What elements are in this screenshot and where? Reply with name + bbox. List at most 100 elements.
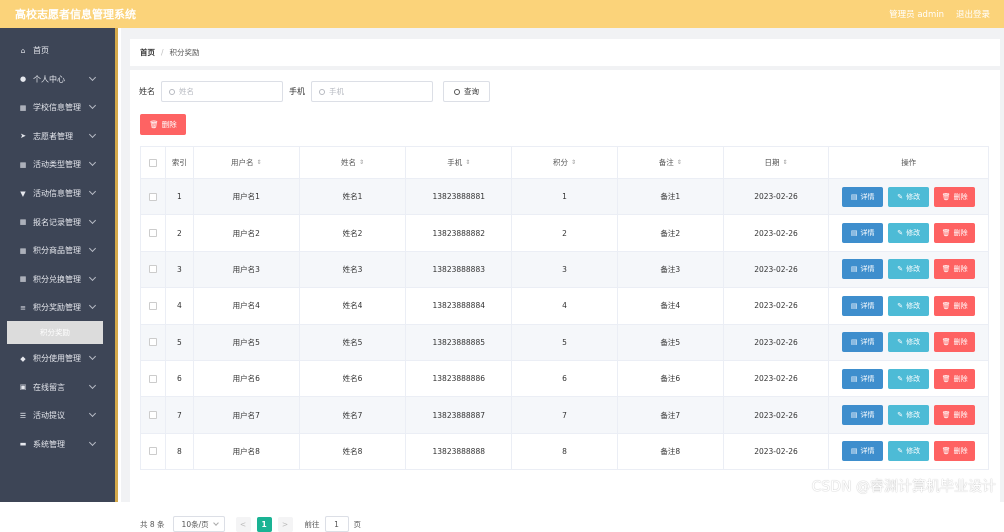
delete-button[interactable]: 🗑 删除 bbox=[934, 368, 976, 389]
edit-button[interactable]: ✎ 修改 bbox=[888, 295, 930, 316]
phone-search-input[interactable]: 手机 bbox=[311, 81, 433, 102]
edit-button[interactable]: ✎ 修改 bbox=[888, 259, 930, 280]
detail-button[interactable]: ▤ 详情 bbox=[842, 223, 884, 244]
sidebar-item[interactable]: ▼ 活动信息管理 bbox=[0, 179, 115, 208]
name-search-input[interactable]: 姓名 bbox=[161, 81, 283, 102]
row-checkbox[interactable] bbox=[148, 265, 157, 274]
delete-button[interactable]: 🗑 删除 bbox=[934, 405, 976, 426]
breadcrumb-home[interactable]: 首页 bbox=[140, 47, 155, 58]
delete-button[interactable]: 🗑 删除 bbox=[934, 223, 976, 244]
document-icon: ▤ bbox=[850, 265, 858, 274]
sidebar-item-label: 积分使用管理 bbox=[33, 354, 81, 363]
sidebar-item[interactable]: ⌂ 首页 bbox=[0, 36, 115, 65]
logout-link[interactable]: 退出登录 bbox=[956, 8, 990, 20]
delete-button[interactable]: 🗑 删除 bbox=[934, 186, 976, 207]
page-size-select[interactable]: 10条/页 bbox=[172, 516, 225, 532]
sidebar-subitem-active[interactable]: 积分奖励 bbox=[7, 321, 103, 344]
column-header[interactable]: 备注 ⇕ bbox=[618, 147, 724, 178]
column-header[interactable]: 日期 ⇕ bbox=[724, 147, 830, 178]
actions-cell: ▤ 详情 ✎ 修改 🗑 删除 bbox=[829, 215, 988, 250]
row-checkbox-cell bbox=[141, 215, 166, 251]
column-header-label: 姓名 bbox=[340, 158, 356, 167]
detail-button[interactable]: ▤ 详情 bbox=[842, 368, 884, 389]
select-all-checkbox[interactable] bbox=[148, 158, 157, 167]
document-icon: ▤ bbox=[850, 447, 858, 456]
sidebar-item[interactable]: ≡ 积分奖励管理 bbox=[0, 293, 115, 322]
column-header[interactable]: 手机 ⇕ bbox=[406, 147, 513, 178]
detail-button[interactable]: ▤ 详情 bbox=[842, 259, 884, 280]
grid-icon: ▦ bbox=[19, 160, 27, 169]
sidebar-item[interactable]: ➤ 志愿者管理 bbox=[0, 122, 115, 151]
sidebar-item[interactable]: ☰ 活动提议 bbox=[0, 401, 115, 430]
send-icon: ➤ bbox=[20, 132, 26, 141]
edit-button[interactable]: ✎ 修改 bbox=[888, 368, 930, 389]
bulk-delete-button[interactable]: 🗑 删除 bbox=[140, 114, 186, 135]
pencil-icon: ✎ bbox=[897, 265, 904, 274]
detail-button[interactable]: ▤ 详情 bbox=[842, 405, 884, 426]
user-icon: ● bbox=[19, 75, 27, 84]
edit-button[interactable]: ✎ 修改 bbox=[888, 405, 930, 426]
delete-button[interactable]: 🗑 删除 bbox=[934, 332, 976, 353]
cell-idx: 3 bbox=[166, 251, 194, 288]
trash-icon: 🗑 bbox=[941, 229, 951, 238]
search-icon bbox=[454, 88, 460, 95]
next-page-button[interactable]: > bbox=[277, 516, 293, 532]
sidebar-item[interactable]: ▦ 报名记录管理 bbox=[0, 208, 115, 237]
delete-button[interactable]: 🗑 删除 bbox=[934, 295, 976, 316]
edit-button[interactable]: ✎ 修改 bbox=[888, 186, 930, 207]
detail-button[interactable]: ▤ 详情 bbox=[842, 295, 884, 316]
row-checkbox[interactable] bbox=[148, 338, 157, 347]
edit-button[interactable]: ✎ 修改 bbox=[888, 441, 930, 462]
cell-name: 姓名3 bbox=[300, 251, 407, 288]
cell-idx: 6 bbox=[166, 360, 194, 397]
cell-idx: 1 bbox=[166, 179, 194, 215]
trash-icon: 🗑 bbox=[149, 120, 159, 129]
cell-phone: 13823888888 bbox=[406, 433, 513, 470]
sidebar-item-label: 活动信息管理 bbox=[33, 189, 81, 198]
cell-note: 备注8 bbox=[618, 433, 724, 470]
row-checkbox-cell bbox=[141, 179, 166, 215]
sidebar-item[interactable]: ▦ 学校信息管理 bbox=[0, 93, 115, 122]
sidebar-item[interactable]: ▦ 积分商品管理 bbox=[0, 236, 115, 265]
query-button[interactable]: 查询 bbox=[443, 81, 490, 102]
column-header[interactable]: 姓名 ⇕ bbox=[300, 147, 407, 178]
sidebar-item[interactable]: ▬ 系统管理 bbox=[0, 430, 115, 459]
edit-label: 修改 bbox=[906, 447, 921, 456]
chevron-down-icon bbox=[88, 245, 97, 253]
watermark: CSDN @睿渊计算机毕业设计 bbox=[811, 479, 996, 495]
edit-button[interactable]: ✎ 修改 bbox=[888, 332, 930, 353]
sidebar-item[interactable]: ▦ 积分兑换管理 bbox=[0, 265, 115, 294]
delete-button[interactable]: 🗑 删除 bbox=[934, 441, 976, 462]
prev-page-button[interactable]: < bbox=[235, 516, 251, 532]
goto-page-input[interactable]: 1 bbox=[324, 516, 349, 532]
row-checkbox[interactable] bbox=[148, 411, 157, 420]
cell-date: 2023-02-26 bbox=[724, 179, 830, 215]
pencil-icon: ✎ bbox=[897, 192, 904, 201]
cell-note: 备注4 bbox=[618, 288, 724, 324]
sidebar-item[interactable]: ▣ 在线留言 bbox=[0, 373, 115, 402]
row-checkbox[interactable] bbox=[148, 192, 157, 201]
sidebar-item[interactable]: ● 个人中心 bbox=[0, 65, 115, 94]
table-row: 6 用户名6 姓名6 13823888886 6 备注6 2023-02-26 ▤ 详情 ✎ 修改 🗑… bbox=[141, 359, 988, 397]
cell-phone: 13823888886 bbox=[406, 360, 513, 397]
cell-username: 用户名8 bbox=[194, 433, 300, 470]
sidebar-item[interactable]: ▦ 活动类型管理 bbox=[0, 150, 115, 179]
detail-button[interactable]: ▤ 详情 bbox=[842, 332, 884, 353]
delete-button[interactable]: 🗑 删除 bbox=[934, 259, 976, 280]
column-header[interactable]: 用户名 ⇕ bbox=[194, 147, 300, 178]
admin-user-label[interactable]: 管理员 admin bbox=[889, 8, 944, 20]
detail-button[interactable]: ▤ 详情 bbox=[842, 186, 884, 207]
top-header: 高校志愿者信息管理系统 管理员 admin 退出登录 bbox=[0, 0, 1004, 28]
detail-button[interactable]: ▤ 详情 bbox=[842, 441, 884, 462]
row-checkbox[interactable] bbox=[148, 229, 157, 238]
row-checkbox[interactable] bbox=[148, 301, 157, 310]
page-number-1[interactable]: 1 bbox=[256, 516, 272, 532]
sidebar-item[interactable]: ◆ 积分使用管理 bbox=[0, 344, 115, 373]
edit-label: 修改 bbox=[906, 229, 921, 238]
column-header[interactable]: 积分 ⇕ bbox=[512, 147, 618, 178]
row-checkbox[interactable] bbox=[148, 374, 157, 383]
edit-button[interactable]: ✎ 修改 bbox=[888, 223, 930, 244]
detail-label: 详情 bbox=[860, 447, 875, 456]
row-checkbox[interactable] bbox=[148, 447, 157, 456]
trophy-icon: ▼ bbox=[20, 189, 26, 198]
